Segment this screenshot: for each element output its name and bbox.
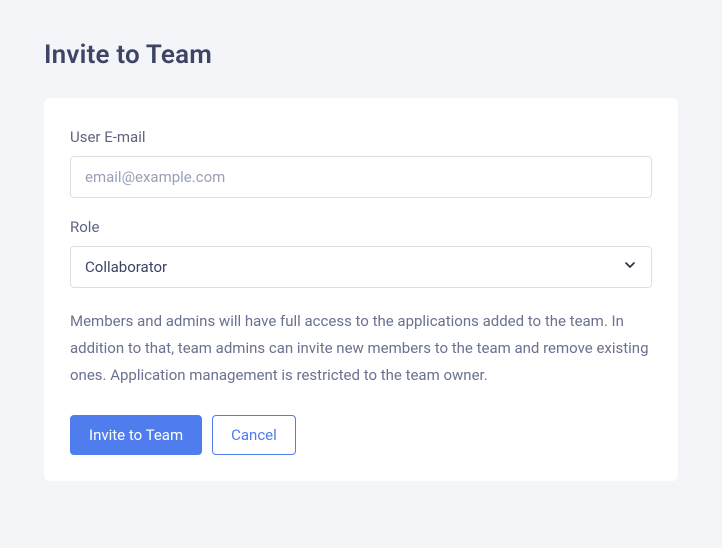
email-field[interactable] [70, 156, 652, 198]
email-label: User E-mail [70, 128, 652, 146]
invite-to-team-button[interactable]: Invite to Team [70, 415, 202, 455]
button-row: Invite to Team Cancel [70, 415, 652, 455]
role-description: Members and admins will have full access… [70, 308, 652, 389]
role-form-group: Role Collaborator [70, 218, 652, 288]
email-form-group: User E-mail [70, 128, 652, 198]
role-select[interactable]: Collaborator [70, 246, 652, 288]
cancel-button[interactable]: Cancel [212, 415, 296, 455]
invite-form-card: User E-mail Role Collaborator Members an… [44, 98, 678, 481]
role-label: Role [70, 218, 652, 236]
page-title: Invite to Team [44, 40, 678, 70]
